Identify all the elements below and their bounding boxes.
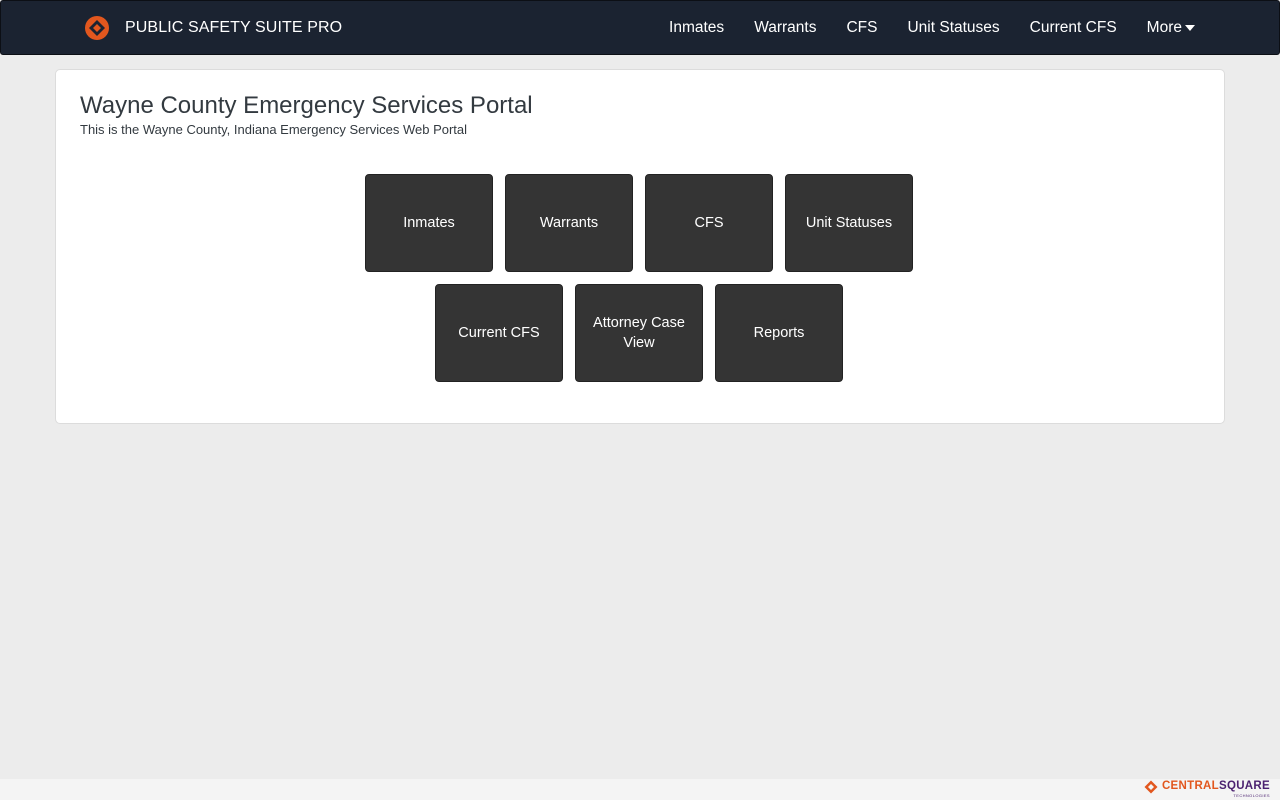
- footer-brand: CENTRALSQUARE: [1161, 780, 1270, 792]
- nav-more-dropdown[interactable]: More: [1147, 19, 1195, 37]
- tile-label: Inmates: [403, 215, 455, 231]
- footer-tagline: TECHNOLOGIES: [1233, 793, 1270, 798]
- tile-label: Attorney Case View: [593, 315, 685, 351]
- nav-item-cfs[interactable]: CFS: [846, 19, 877, 37]
- tile-reports[interactable]: Reports: [715, 284, 843, 382]
- page-subtitle: This is the Wayne County, Indiana Emerge…: [80, 122, 468, 137]
- brand-name: PUBLIC SAFETY SUITE PRO: [125, 19, 343, 36]
- tile-cfs[interactable]: CFS: [645, 174, 773, 272]
- tile-label: Warrants: [539, 215, 599, 231]
- tile-label: CFS: [694, 215, 724, 231]
- portal-card: Wayne County Emergency Services Portal T…: [55, 69, 1225, 424]
- centralsquare-logo-icon: [1144, 780, 1158, 794]
- nav-more-label: More: [1146, 18, 1182, 36]
- tile-label: Current CFS: [458, 325, 540, 341]
- tile-current-cfs[interactable]: Current CFS: [435, 284, 563, 382]
- top-navbar: PUBLIC SAFETY SUITE PRO Inmates Warrants…: [0, 0, 1280, 55]
- brand[interactable]: PUBLIC SAFETY SUITE PRO: [84, 14, 342, 42]
- tile-warrants[interactable]: Warrants: [505, 174, 633, 272]
- nav-item-unit-statuses[interactable]: Unit Statuses: [907, 19, 999, 37]
- caret-down-icon: [1185, 24, 1195, 31]
- nav-links: Inmates Warrants CFS Unit Statuses Curre…: [639, 1, 1195, 54]
- tile-unit-statuses[interactable]: Unit Statuses: [785, 174, 913, 272]
- nav-item-inmates[interactable]: Inmates: [669, 19, 724, 37]
- page-title: Wayne County Emergency Services Portal: [80, 92, 533, 119]
- footer: CENTRALSQUARE TECHNOLOGIES: [0, 779, 1280, 800]
- nav-item-current-cfs[interactable]: Current CFS: [1030, 19, 1117, 37]
- tile-label: Unit Statuses: [805, 215, 893, 231]
- tile-inmates[interactable]: Inmates: [365, 174, 493, 272]
- tile-attorney-case-view[interactable]: Attorney Case View: [575, 284, 703, 382]
- tile-label: Reports: [753, 325, 805, 341]
- nav-item-warrants[interactable]: Warrants: [754, 19, 816, 37]
- footer-logo: CENTRALSQUARE TECHNOLOGIES: [1144, 779, 1270, 800]
- diamond-logo-icon: [84, 15, 110, 41]
